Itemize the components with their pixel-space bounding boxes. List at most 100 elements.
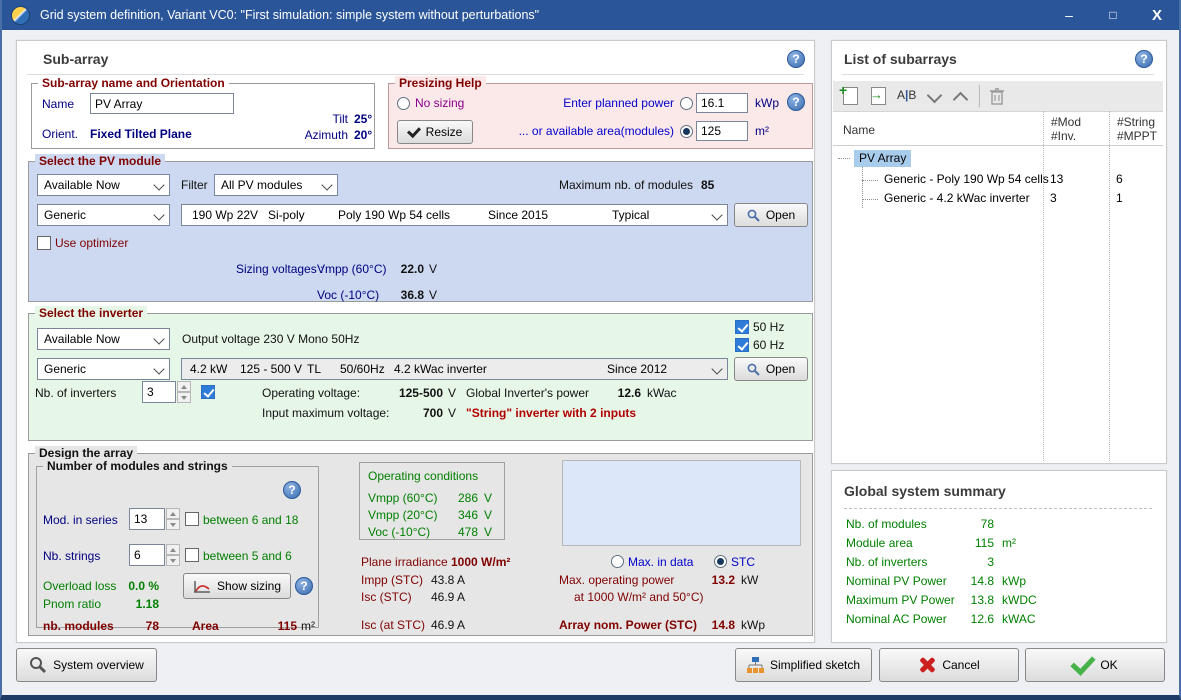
area-input[interactable] [696, 121, 748, 141]
tree-item-inverter[interactable]: Generic - 4.2 kWac inverter [884, 191, 1030, 206]
hz60-checkbox[interactable] [735, 338, 749, 352]
ok-button[interactable]: OK [1025, 648, 1165, 682]
impp-label: Impp (STC) [361, 573, 423, 588]
move-down-button[interactable] [927, 88, 943, 104]
plane-irradiance-label: Plane irradiance [361, 555, 448, 570]
nb-strings-stepper[interactable] [129, 544, 181, 566]
summary-row-label: Module area [846, 536, 913, 551]
mod-series-range-checkbox[interactable] [185, 512, 199, 526]
toolbar-separator [979, 85, 980, 107]
mod-series-stepper[interactable] [129, 508, 181, 530]
nb-modules-value: 78 [115, 619, 159, 634]
grid-system-definition-window: Grid system definition, Variant VC0: "Fi… [0, 0, 1181, 700]
modules-strings-help-icon[interactable]: ? [283, 481, 301, 499]
pnom-ratio-value: 1.18 [115, 597, 159, 612]
titlebar: Grid system definition, Variant VC0: "Fi… [2, 0, 1179, 30]
max-operating-power-label: Max. operating power [559, 573, 674, 588]
area-radio[interactable] [680, 125, 693, 138]
subarrays-list-title: List of subarrays [844, 51, 957, 67]
max-modules-label: Maximum nb. of modules [559, 178, 693, 193]
max-in-data-label: Max. in data [628, 555, 693, 570]
nb-modules-label: nb. modules [43, 619, 114, 634]
tree-item-module-string: 6 [1116, 172, 1123, 187]
pv-module-title: Select the PV module [35, 154, 165, 168]
subarrays-list-help-icon[interactable]: ? [1135, 50, 1153, 68]
column-mppt[interactable]: #MPPT [1117, 129, 1157, 144]
spin-down-icon[interactable] [177, 392, 191, 403]
header-divider [27, 74, 804, 75]
cancel-label: Cancel [942, 658, 979, 672]
max-in-data-radio[interactable] [611, 555, 624, 568]
presizing-title: Presizing Help [395, 76, 486, 90]
orient-label: Orient. [42, 127, 78, 142]
pv-availability-select[interactable]: Available Now [37, 174, 170, 196]
nb-inverters-stepper[interactable] [142, 381, 192, 403]
pv-open-button[interactable]: Open [734, 203, 808, 227]
cancel-button[interactable]: Cancel [879, 648, 1019, 682]
summary-row-value: 13.8 [932, 593, 994, 608]
search-icon [747, 363, 760, 376]
name-orientation-title: Sub-array name and Orientation [38, 76, 229, 90]
spin-up-icon[interactable] [166, 508, 180, 519]
global-summary-panel: Global system summary Nb. of modules 78 … [831, 470, 1167, 643]
resize-button[interactable]: Resize [397, 120, 473, 144]
column-name[interactable]: Name [843, 123, 875, 138]
rename-subarray-button[interactable]: A|B [897, 88, 916, 102]
system-overview-label: System overview [53, 658, 144, 672]
max-operating-power-value: 13.2 [691, 573, 735, 588]
use-optimizer-checkbox[interactable] [37, 236, 51, 250]
subarray-help-icon[interactable]: ? [787, 50, 805, 68]
summary-row-unit: kWp [1002, 574, 1026, 589]
subarray-name-input[interactable] [90, 93, 234, 114]
maximize-button[interactable]: □ [1091, 0, 1135, 30]
global-power-label: Global Inverter's power [466, 386, 589, 401]
tree-item-module[interactable]: Generic - Poly 190 Wp 54 cells [884, 172, 1049, 187]
max-operating-power-unit: kW [741, 573, 758, 588]
show-sizing-label: Show sizing [217, 579, 281, 593]
show-sizing-button[interactable]: Show sizing [183, 573, 291, 599]
inverter-auto-checkbox[interactable] [201, 385, 215, 399]
chevron-down-icon [711, 363, 722, 374]
nb-strings-range-checkbox[interactable] [185, 548, 199, 562]
tree-connector [862, 167, 863, 208]
system-overview-button[interactable]: System overview [16, 648, 157, 682]
area-total-value: 115 [245, 619, 297, 634]
inverter-open-button[interactable]: Open [734, 357, 808, 381]
column-mod[interactable]: #Mod [1051, 115, 1081, 130]
pv-module-select[interactable]: 190 Wp 22V Si-poly Poly 190 Wp 54 cells … [181, 204, 728, 226]
cancel-x-icon [918, 656, 936, 674]
summary-divider [844, 508, 1152, 509]
spin-down-icon[interactable] [166, 555, 180, 566]
max-modules-value: 85 [701, 178, 714, 193]
input-max-voltage-unit: V [448, 406, 456, 421]
delete-subarray-button[interactable] [989, 86, 1005, 106]
stc-radio[interactable] [714, 555, 727, 568]
spin-down-icon[interactable] [166, 519, 180, 530]
inverter-brand-select[interactable]: Generic [37, 358, 170, 380]
column-string[interactable]: #String [1117, 115, 1155, 130]
presizing-help-icon[interactable]: ? [787, 93, 805, 111]
move-up-button[interactable] [953, 92, 969, 108]
operating-voltage-value: 125-500 [381, 386, 443, 401]
summary-row-unit: kWAC [1002, 612, 1036, 627]
no-sizing-radio[interactable] [397, 97, 410, 110]
inverter-availability-select[interactable]: Available Now [37, 328, 170, 350]
hz50-checkbox[interactable] [735, 320, 749, 334]
pv-brand-select[interactable]: Generic [37, 204, 170, 226]
simplified-sketch-button[interactable]: Simplified sketch [735, 648, 872, 682]
array-nom-power-unit: kWp [741, 618, 765, 633]
tree-root-pv-array[interactable]: PV Array [854, 150, 911, 167]
spin-up-icon[interactable] [166, 544, 180, 555]
planned-power-radio[interactable] [680, 97, 693, 110]
spin-up-icon[interactable] [177, 381, 191, 392]
ok-label: OK [1100, 658, 1117, 672]
pv-filter-select[interactable]: All PV modules [214, 174, 338, 196]
column-inv[interactable]: #Inv. [1051, 129, 1076, 144]
resize-label: Resize [426, 125, 463, 139]
planned-power-input[interactable] [696, 93, 748, 113]
close-button[interactable]: X [1135, 0, 1179, 30]
operating-voltage-label: Operating voltage: [262, 386, 360, 401]
show-sizing-help-icon[interactable]: ? [295, 577, 313, 595]
minimize-button[interactable]: – [1047, 0, 1091, 30]
inverter-model-select[interactable]: 4.2 kW 125 - 500 V TL 50/60Hz 4.2 kWac i… [181, 358, 728, 380]
